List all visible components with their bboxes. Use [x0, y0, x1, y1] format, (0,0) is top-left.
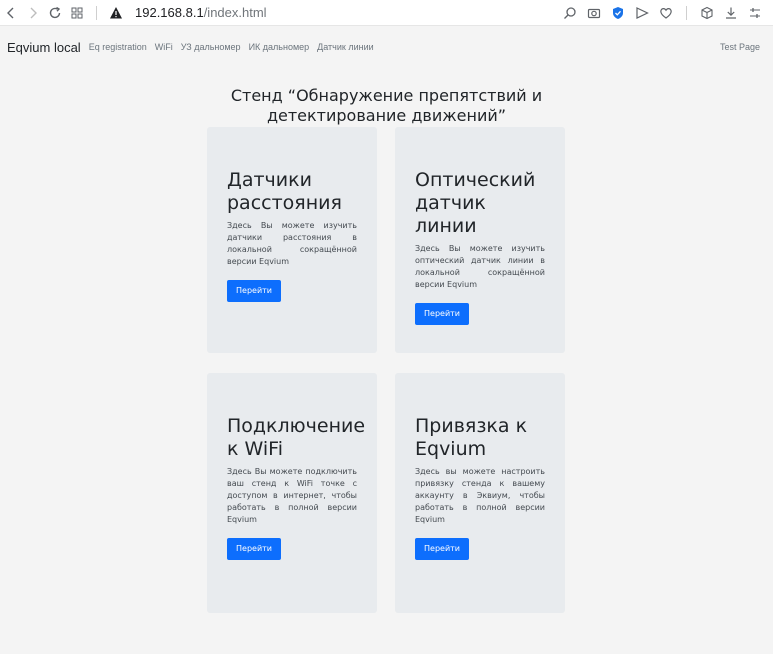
card-title: Подключение к WiFi — [227, 415, 366, 460]
nav-link-ir-rangefinder[interactable]: ИК дальномер — [249, 42, 310, 52]
search-icon[interactable] — [558, 2, 582, 24]
card-wifi: Подключение к WiFi Здесь Вы можете подкл… — [207, 373, 377, 613]
back-icon[interactable] — [0, 2, 22, 24]
nav-link-eq-registration[interactable]: Eq registration — [89, 42, 147, 52]
card-eqvium-binding: Привязка к Eqvium Здесь вы можете настро… — [395, 373, 565, 613]
tabs-grid-icon[interactable] — [66, 2, 88, 24]
go-button[interactable]: Перейти — [415, 303, 469, 325]
browser-toolbar: 192.168.8.1/index.html — [0, 0, 773, 26]
go-button[interactable]: Перейти — [415, 538, 469, 560]
heart-icon[interactable] — [654, 2, 678, 24]
nav-link-wifi[interactable]: WiFi — [155, 42, 173, 52]
card-text: Здесь Вы можете подключить ваш стенд к W… — [227, 467, 357, 524]
url-host: 192.168.8.1 — [135, 5, 204, 20]
reload-icon[interactable] — [44, 2, 66, 24]
card-title: Датчики расстояния — [227, 169, 342, 214]
go-button[interactable]: Перейти — [227, 538, 281, 560]
card-text: Здесь Вы можете изучить датчики расстоян… — [227, 221, 357, 266]
forward-icon[interactable] — [22, 2, 44, 24]
card-line-sensor: Оптический датчик линии Здесь Вы можете … — [395, 127, 565, 353]
toolbar-divider — [686, 5, 687, 20]
box-icon[interactable] — [695, 2, 719, 24]
nav-link-us-rangefinder[interactable]: УЗ дальномер — [181, 42, 241, 52]
card-text: Здесь Вы можете изучить оптический датчи… — [415, 244, 545, 289]
brand-link[interactable]: Eqvium local — [7, 40, 81, 55]
card-text: Здесь вы можете настроить привязку стенд… — [415, 467, 545, 524]
settings-sliders-icon[interactable] — [743, 2, 767, 24]
nav-link-test-page[interactable]: Test Page — [720, 42, 760, 52]
toolbar-divider — [96, 5, 97, 20]
camera-icon[interactable] — [582, 2, 606, 24]
address-bar[interactable]: 192.168.8.1/index.html — [109, 5, 267, 20]
browser-nav — [0, 2, 105, 24]
site-navbar: Eqvium local Eq registration WiFi УЗ дал… — [0, 30, 773, 64]
go-button[interactable]: Перейти — [227, 280, 281, 302]
shield-icon[interactable] — [606, 2, 630, 24]
card-title: Оптический датчик линии — [415, 169, 536, 237]
card-distance-sensors: Датчики расстояния Здесь Вы можете изучи… — [207, 127, 377, 353]
card-title: Привязка к Eqvium — [415, 415, 528, 460]
nav-link-line-sensor[interactable]: Датчик линии — [317, 42, 373, 52]
browser-actions — [558, 2, 773, 24]
page-title: Стенд “Обнаружение препятствий и детекти… — [230, 86, 543, 125]
send-icon[interactable] — [630, 2, 654, 24]
url-path: /index.html — [203, 5, 267, 20]
download-icon[interactable] — [719, 2, 743, 24]
not-secure-warning-icon[interactable] — [109, 6, 123, 20]
